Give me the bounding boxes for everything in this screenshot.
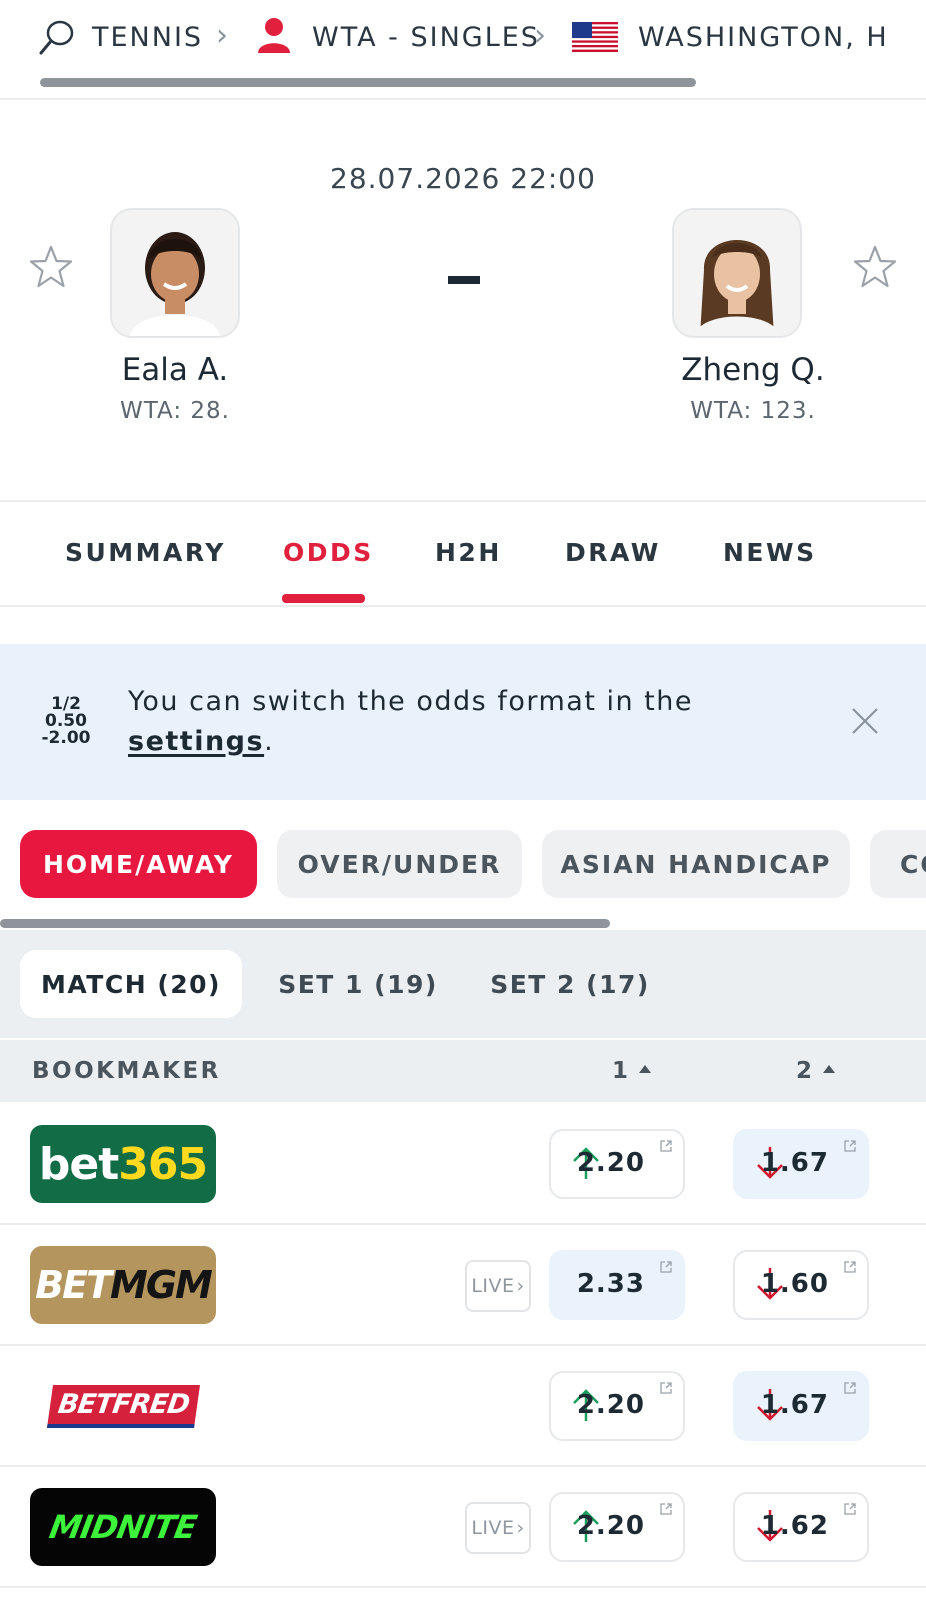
logo-text: BETFRED — [46, 1384, 200, 1428]
odd-value: 2.20 — [576, 1390, 645, 1420]
breadcrumb-tournament[interactable]: WASHINGTON, H — [638, 22, 889, 53]
away-player-name[interactable]: Zheng Q. — [633, 352, 873, 388]
home-player-avatar[interactable] — [110, 208, 240, 338]
period-tabs: MATCH (20) SET 1 (19) SET 2 (17) — [0, 930, 926, 1038]
logo-text: MGM — [110, 1263, 213, 1307]
odd-value: 2.33 — [576, 1269, 645, 1299]
period-set-2[interactable]: SET 2 (17) — [488, 950, 652, 1018]
odd-home-button[interactable]: 2.33 — [549, 1250, 685, 1320]
odd-value: 1.67 — [760, 1390, 829, 1420]
bet365-logo[interactable]: bet 365 — [30, 1125, 216, 1203]
tab-odds[interactable]: ODDS — [283, 538, 374, 567]
player-photo — [674, 210, 800, 336]
header-col-2-label: 2 — [796, 1058, 815, 1084]
external-link-icon — [844, 1140, 856, 1152]
odd-value: 2.20 — [576, 1148, 645, 1178]
bet-type-home-away[interactable]: HOME/AWAY — [20, 830, 257, 898]
chevron-right-icon: › — [534, 18, 546, 53]
live-badge[interactable]: LIVE › — [465, 1260, 531, 1312]
period-set-1[interactable]: SET 1 (19) — [270, 950, 446, 1018]
player-silhouette-icon — [258, 18, 290, 53]
tab-draw[interactable]: DRAW — [565, 538, 661, 567]
odd-value: 1.62 — [760, 1511, 829, 1541]
logo-text: BET — [35, 1263, 112, 1307]
midnite-logo[interactable]: MIDNITE — [30, 1488, 216, 1566]
live-label: LIVE — [471, 1517, 515, 1539]
sort-asc-icon — [638, 1064, 651, 1073]
tab-summary[interactable]: SUMMARY — [65, 538, 226, 567]
table-row: BET MGM LIVE › 2.33 1.60 — [0, 1224, 926, 1346]
live-badge[interactable]: LIVE › — [465, 1502, 531, 1554]
odd-home-button[interactable]: 2.20 — [549, 1129, 685, 1199]
banner-link-line: settings. — [128, 726, 274, 757]
chevron-right-icon: › — [516, 1517, 525, 1539]
breadcrumb-scrollbar[interactable] — [40, 78, 696, 87]
logo-text: 365 — [118, 1138, 208, 1190]
bet-type-scrollbar[interactable] — [0, 919, 610, 928]
period-match[interactable]: MATCH (20) — [20, 950, 242, 1018]
tab-h2h[interactable]: H2H — [435, 538, 502, 567]
player-photo — [112, 210, 238, 336]
away-player-rank: WTA: 123. — [690, 398, 816, 424]
breadcrumb-sport[interactable]: TENNIS — [92, 22, 203, 53]
format-american: -2.00 — [41, 728, 91, 748]
close-icon[interactable] — [850, 706, 880, 736]
away-player-avatar[interactable] — [672, 208, 802, 338]
banner-period: . — [264, 726, 275, 757]
logo-text: bet — [38, 1138, 119, 1190]
tab-news[interactable]: NEWS — [723, 538, 817, 567]
home-player-name[interactable]: Eala A. — [55, 352, 295, 388]
live-label: LIVE — [471, 1275, 515, 1297]
bet-type-correct-score[interactable]: CO — [870, 830, 926, 898]
home-player-rank: WTA: 28. — [120, 398, 230, 424]
table-row: MIDNITE LIVE › 2.20 1.62 — [0, 1466, 926, 1588]
match-datetime: 28.07.2026 22:00 — [330, 162, 596, 195]
star-outline-icon[interactable] — [28, 244, 74, 290]
bet-type-over-under[interactable]: OVER/UNDER — [277, 830, 522, 898]
odds-format-icon: 1/2 0.50 -2.00 — [36, 696, 96, 747]
match-tabs: SUMMARY ODDS H2H DRAW NEWS — [0, 500, 926, 607]
odd-home-button[interactable]: 2.20 — [549, 1492, 685, 1562]
header-bookmaker: BOOKMAKER — [32, 1058, 221, 1084]
external-link-icon — [844, 1261, 856, 1273]
active-tab-indicator — [282, 594, 365, 603]
header-col-1-label: 1 — [612, 1058, 631, 1084]
odd-away-button[interactable]: 1.62 — [733, 1492, 869, 1562]
odd-value: 1.67 — [760, 1148, 829, 1178]
external-link-icon — [660, 1140, 672, 1152]
external-link-icon — [844, 1503, 856, 1515]
odds-table-header: BOOKMAKER 1 2 — [0, 1040, 926, 1102]
external-link-icon — [660, 1261, 672, 1273]
settings-link[interactable]: settings — [128, 726, 264, 757]
odd-away-button[interactable]: 1.60 — [733, 1250, 869, 1320]
logo-text: MIDNITE — [46, 1508, 200, 1546]
breadcrumb-competition[interactable]: WTA - SINGLES — [312, 22, 540, 53]
table-row: BETFRED 2.20 1.67 — [0, 1345, 926, 1467]
odd-away-button[interactable]: 1.67 — [733, 1371, 869, 1441]
betfred-logo[interactable]: BETFRED — [30, 1367, 216, 1445]
bet-type-asian-handicap[interactable]: ASIAN HANDICAP — [542, 830, 850, 898]
table-row: bet 365 2.20 1.67 — [0, 1103, 926, 1225]
odd-away-button[interactable]: 1.67 — [733, 1129, 869, 1199]
star-outline-icon[interactable] — [852, 244, 898, 290]
tennis-racket-icon — [39, 20, 74, 55]
external-link-icon — [844, 1382, 856, 1394]
odd-home-button[interactable]: 2.20 — [549, 1371, 685, 1441]
betmgm-logo[interactable]: BET MGM — [30, 1246, 216, 1324]
odds-format-banner: 1/2 0.50 -2.00 You can switch the odds f… — [0, 644, 926, 800]
external-link-icon — [660, 1503, 672, 1515]
odd-value: 2.20 — [576, 1511, 645, 1541]
banner-text: You can switch the odds format in the — [128, 686, 693, 717]
sort-asc-icon — [822, 1064, 835, 1073]
header-col-2[interactable]: 2 — [796, 1058, 835, 1084]
chevron-right-icon: › — [216, 18, 228, 53]
chevron-right-icon: › — [516, 1275, 525, 1297]
usa-flag-icon — [572, 22, 618, 52]
breadcrumb: TENNIS › WTA - SINGLES › WASHINGTON, H — [0, 0, 926, 100]
header-col-1[interactable]: 1 — [612, 1058, 651, 1084]
external-link-icon — [660, 1382, 672, 1394]
score-separator — [448, 276, 480, 284]
odd-value: 1.60 — [760, 1269, 829, 1299]
